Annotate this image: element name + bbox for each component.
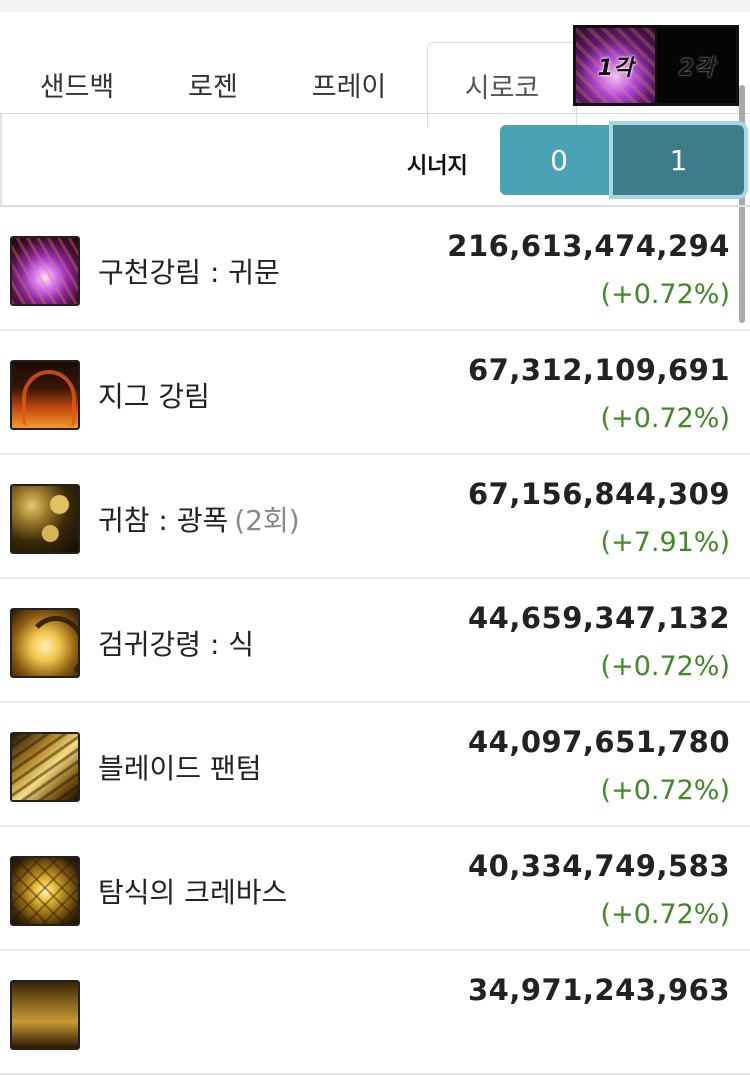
skill-change: (+0.72%) xyxy=(600,403,730,434)
skill-name-text: 구천강림 : 귀문 xyxy=(98,256,280,289)
skill-name: 블레이드 팬텀 xyxy=(98,747,261,787)
skill-name-text: 탐식의 크레바스 xyxy=(98,876,288,909)
geomgwi-ganglyeong-icon xyxy=(10,608,80,678)
tab-label: 로젠 xyxy=(188,71,238,103)
partial-skill-icon xyxy=(10,980,80,1050)
first-awakening-label: 1각 xyxy=(597,55,634,81)
skill-name-text: 검귀강령 : 식 xyxy=(98,628,255,661)
guicheon-ganglim-icon xyxy=(10,236,80,306)
skill-name-text: 블레이드 팬텀 xyxy=(98,752,262,785)
skill-change: (+0.72%) xyxy=(600,899,730,930)
synergy-selector: 시너지 0 1 xyxy=(0,114,750,207)
synergy-option-1[interactable]: 1 xyxy=(613,125,744,195)
skill-row: 구천강림 : 귀문 216,613,474,294 (+0.72%) xyxy=(0,207,750,331)
synergy-option-label: 0 xyxy=(550,143,568,177)
synergy-label: 시너지 xyxy=(407,154,468,179)
tamsik-krevas-icon xyxy=(10,856,80,926)
skill-damage: 67,156,844,309 xyxy=(467,477,730,511)
skill-row: 귀참 : 광폭 (2회) 67,156,844,309 (+7.91%) xyxy=(0,455,750,579)
skill-damage: 40,334,749,583 xyxy=(467,849,730,883)
skill-row: 블레이드 팬텀 44,097,651,780 (+0.72%) xyxy=(0,703,750,827)
skill-name: 탐식의 크레바스 xyxy=(98,871,287,911)
skill-change: (+0.72%) xyxy=(600,279,730,310)
tab-label: 샌드백 xyxy=(39,71,115,103)
skill-damage: 44,097,651,780 xyxy=(467,725,730,759)
skill-hit-count: (2회) xyxy=(234,504,300,537)
skill-row: 검귀강령 : 식 44,659,347,132 (+0.72%) xyxy=(0,579,750,703)
skill-damage: 216,613,474,294 xyxy=(447,229,730,263)
skill-change: (+0.72%) xyxy=(600,651,730,682)
second-awakening-label: 2각 xyxy=(678,55,715,81)
skill-name: 지그 강림 xyxy=(98,375,210,415)
skill-damage: 34,971,243,963 xyxy=(467,973,730,1007)
second-awakening-button[interactable]: 2각 xyxy=(657,28,736,103)
tab-label: 프레이 xyxy=(311,71,387,103)
first-awakening-button[interactable]: 1각 xyxy=(576,28,655,103)
awakening-toggle: 1각 2각 xyxy=(573,25,739,106)
top-strip xyxy=(0,0,750,12)
skill-damage: 44,659,347,132 xyxy=(467,601,730,635)
skill-name: 귀참 : 광폭 (2회) xyxy=(98,499,300,539)
skill-row: 탐식의 크레바스 40,334,749,583 (+0.72%) xyxy=(0,827,750,951)
synergy-option-label: 1 xyxy=(669,143,688,177)
skill-row: 34,971,243,963 xyxy=(0,951,750,1075)
blade-phantom-icon xyxy=(10,732,80,802)
skill-change: (+0.72%) xyxy=(600,775,730,806)
tab-label: 시로코 xyxy=(464,72,540,104)
skill-row: 지그 강림 67,312,109,691 (+0.72%) xyxy=(0,331,750,455)
skill-name-text: 귀참 : 광폭 xyxy=(98,504,229,537)
skill-name-text: 지그 강림 xyxy=(98,380,210,413)
skill-name: 검귀강령 : 식 xyxy=(98,623,254,663)
synergy-option-0[interactable]: 0 xyxy=(500,125,618,195)
skill-damage: 67,312,109,691 xyxy=(467,353,730,387)
jig-ganglim-icon xyxy=(10,360,80,430)
gwicham-gwangpok-icon xyxy=(10,484,80,554)
skill-name: 구천강림 : 귀문 xyxy=(98,251,280,291)
skill-change: (+7.91%) xyxy=(600,527,730,558)
skill-damage-list: 구천강림 : 귀문 216,613,474,294 (+0.72%) 지그 강림… xyxy=(0,207,750,1075)
